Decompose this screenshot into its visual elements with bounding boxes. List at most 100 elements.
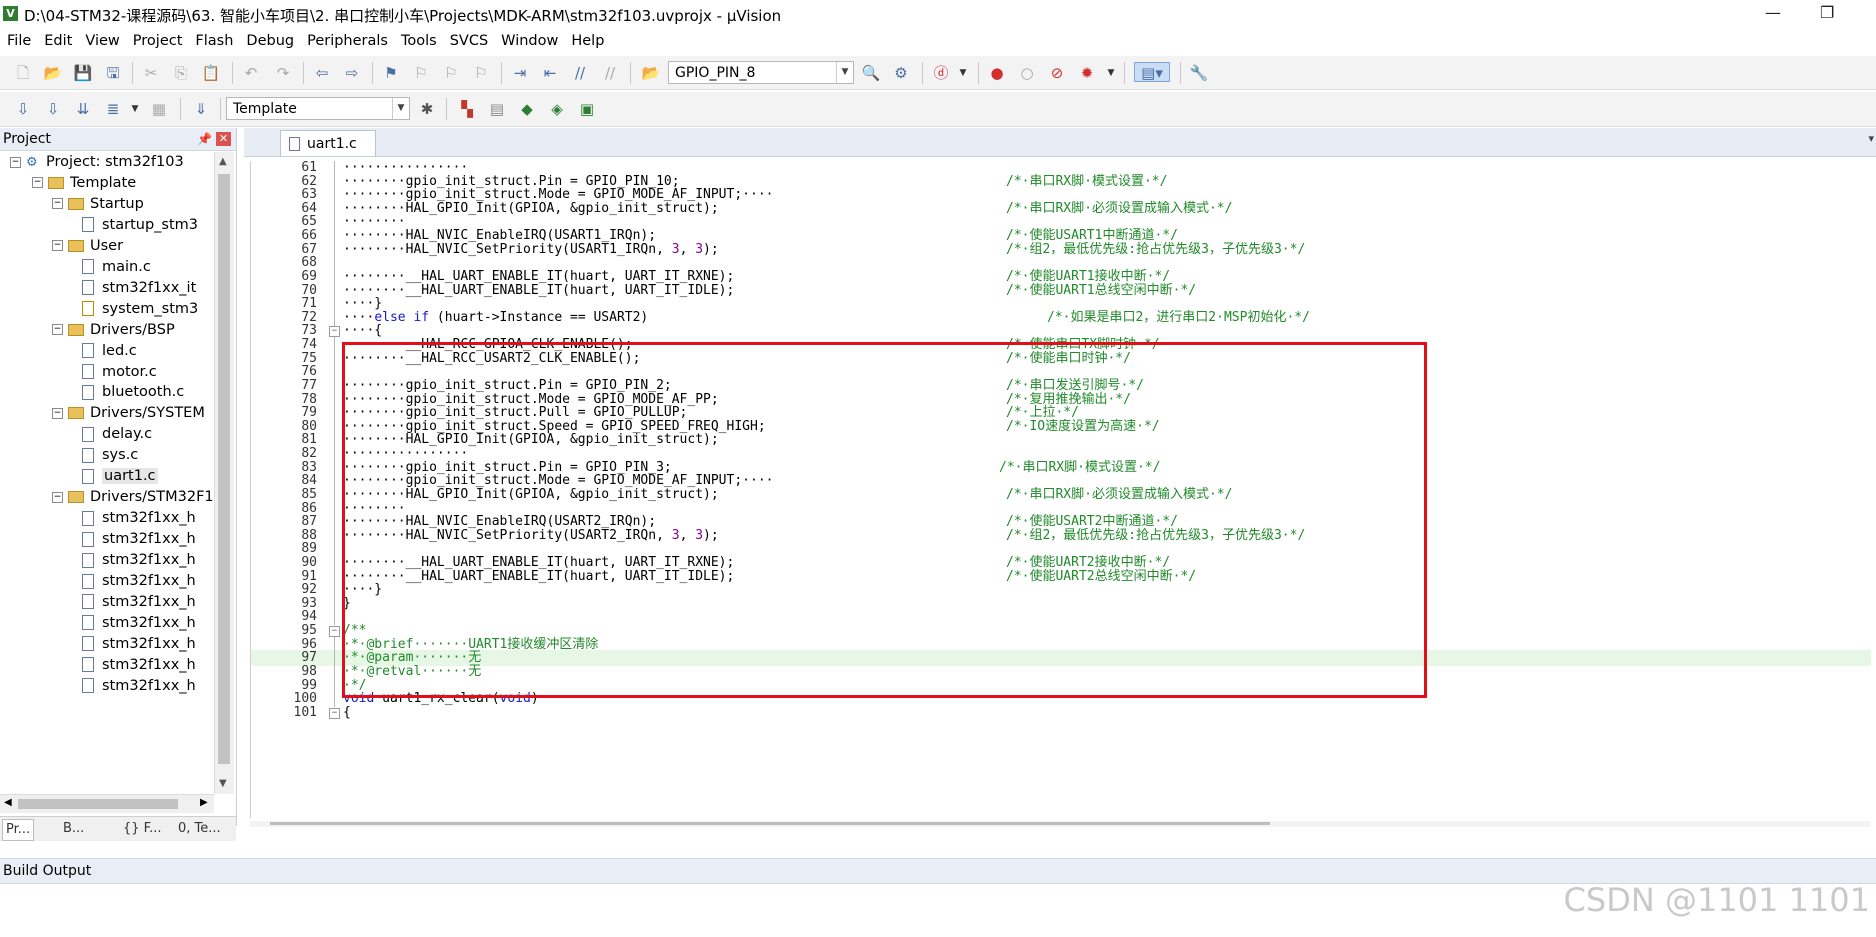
- project-pane-title: Project: [3, 131, 51, 147]
- prev-bookmark-icon[interactable]: ⚐: [410, 62, 432, 84]
- editor-horizontal-scrollbar[interactable]: [250, 821, 1870, 827]
- menu-window[interactable]: Window: [494, 29, 564, 53]
- tab-project[interactable]: Pr...: [2, 819, 35, 841]
- tree-item-label: Project: stm32f103: [46, 154, 184, 170]
- pin-icon[interactable]: 📌: [197, 128, 212, 150]
- download-icon[interactable]: ⇓: [190, 98, 212, 120]
- tree-horizontal-scrollbar[interactable]: ◀ ▶: [0, 794, 214, 813]
- chevron-down-icon[interactable]: ▼: [836, 62, 853, 83]
- restore-button[interactable]: ❐: [1820, 3, 1834, 22]
- scroll-thumb[interactable]: [270, 822, 1270, 825]
- copy-icon[interactable]: ⎘: [170, 62, 192, 84]
- chevron-down-icon[interactable]: ▼: [952, 62, 974, 84]
- menu-debug[interactable]: Debug: [239, 29, 300, 53]
- collapse-icon[interactable]: −: [52, 198, 63, 210]
- redo-icon[interactable]: ↷: [272, 62, 294, 84]
- undo-icon[interactable]: ↶: [240, 62, 262, 84]
- collapse-icon[interactable]: −: [52, 324, 63, 336]
- paste-icon[interactable]: 📋: [200, 62, 222, 84]
- cut-icon[interactable]: ✂: [140, 62, 162, 84]
- save-icon[interactable]: 💾: [72, 62, 94, 84]
- scroll-thumb[interactable]: [18, 799, 178, 809]
- chevron-down-icon[interactable]: ▼: [392, 98, 409, 119]
- run-time-environment-icon[interactable]: ◆: [516, 98, 538, 120]
- manage-multi-project-icon[interactable]: ▤: [486, 98, 508, 120]
- clear-bookmarks-icon[interactable]: ⚐: [470, 62, 492, 84]
- folder-icon: [68, 239, 84, 252]
- incremental-find-icon[interactable]: ⚙: [890, 62, 912, 84]
- menu-peripherals[interactable]: Peripherals: [300, 29, 394, 53]
- tab-templates[interactable]: 0, Te...: [175, 819, 224, 839]
- fold-toggle-icon[interactable]: −: [329, 626, 340, 638]
- collapse-icon[interactable]: −: [32, 177, 43, 189]
- target-options-icon[interactable]: ✱: [416, 98, 438, 120]
- disable-all-breakpoints-icon[interactable]: ⊘: [1046, 62, 1068, 84]
- target-combo[interactable]: Template ▼: [226, 97, 410, 120]
- file-icon: [82, 531, 94, 547]
- bookmark-icon[interactable]: ⚑: [380, 62, 402, 84]
- menu-file[interactable]: File: [0, 29, 37, 53]
- find-in-files-icon[interactable]: 📂: [640, 62, 662, 84]
- tree-item[interactable]: stm32f1xx_h: [82, 674, 196, 699]
- key-file-icon: [82, 301, 94, 317]
- collapse-icon[interactable]: −: [10, 156, 21, 168]
- menu-svcs[interactable]: SVCS: [443, 29, 494, 53]
- navigate-back-icon[interactable]: ⇦: [311, 62, 333, 84]
- collapse-icon[interactable]: −: [52, 240, 63, 252]
- disable-breakpoint-icon[interactable]: ○: [1016, 62, 1038, 84]
- window-layout-icon[interactable]: ▤▾: [1134, 62, 1170, 82]
- tab-list-icon[interactable]: ▾: [1868, 132, 1874, 145]
- menu-help[interactable]: Help: [564, 29, 610, 53]
- batch-build-icon[interactable]: ≣: [102, 98, 124, 120]
- scroll-right-icon[interactable]: ▶: [200, 797, 208, 808]
- minimize-button[interactable]: —: [1765, 3, 1781, 22]
- tree-vertical-scrollbar[interactable]: ▲ ▼: [214, 152, 234, 794]
- menu-view[interactable]: View: [78, 29, 125, 53]
- menu-edit[interactable]: Edit: [37, 29, 78, 53]
- find-combo[interactable]: GPIO_PIN_8 ▼: [668, 61, 854, 84]
- find-icon[interactable]: 🔍: [860, 62, 882, 84]
- scroll-up-icon[interactable]: ▲: [219, 156, 227, 167]
- manage-project-items-icon[interactable]: ▚: [456, 98, 478, 120]
- configure-tools-icon[interactable]: 🔧: [1188, 62, 1210, 84]
- menu-project[interactable]: Project: [126, 29, 189, 53]
- tab-functions[interactable]: {} F...: [120, 819, 164, 839]
- navigate-forward-icon[interactable]: ⇨: [341, 62, 363, 84]
- collapse-icon[interactable]: −: [52, 491, 63, 503]
- code-area[interactable]: 61 ················ 62 ········gpio_init_st…: [250, 161, 1871, 818]
- unindent-icon[interactable]: ⇤: [539, 62, 561, 84]
- watermark: CSDN @1101 1101: [1563, 881, 1870, 919]
- chevron-down-icon[interactable]: ▼: [1100, 62, 1122, 84]
- indent-icon[interactable]: ⇥: [509, 62, 531, 84]
- file-icon: [82, 447, 94, 463]
- rebuild-icon[interactable]: ⇊: [72, 98, 94, 120]
- folder-icon: [68, 407, 84, 420]
- pack-installer-icon[interactable]: ▣: [576, 98, 598, 120]
- select-software-packs-icon[interactable]: ◈: [546, 98, 568, 120]
- next-bookmark-icon[interactable]: ⚐: [440, 62, 462, 84]
- scroll-left-icon[interactable]: ◀: [4, 797, 12, 808]
- stop-build-icon[interactable]: ▦: [148, 98, 170, 120]
- translate-icon[interactable]: ⇩: [12, 98, 34, 120]
- breakpoint-icon[interactable]: ●: [986, 62, 1008, 84]
- save-all-icon[interactable]: 🖫: [102, 62, 124, 84]
- scroll-down-icon[interactable]: ▼: [219, 778, 227, 789]
- tab-books[interactable]: B...: [60, 819, 87, 839]
- menu-flash[interactable]: Flash: [188, 29, 239, 53]
- scroll-thumb[interactable]: [218, 174, 230, 764]
- chevron-down-icon[interactable]: ▼: [124, 98, 146, 120]
- fold-toggle-icon[interactable]: −: [329, 326, 340, 338]
- new-file-icon[interactable]: 🗋: [12, 62, 34, 84]
- build-icon[interactable]: ⇩: [42, 98, 64, 120]
- code-line[interactable]: 101−{: [251, 705, 1871, 721]
- tab-uart1-c[interactable]: uart1.c: [280, 130, 376, 156]
- debug-session-icon[interactable]: ⓓ: [930, 62, 952, 84]
- fold-toggle-icon[interactable]: −: [329, 707, 340, 719]
- collapse-icon[interactable]: −: [52, 407, 63, 419]
- comment-icon[interactable]: //: [569, 62, 591, 84]
- open-folder-icon[interactable]: 📂: [42, 62, 64, 84]
- close-icon[interactable]: ✕: [216, 132, 231, 146]
- kill-all-breakpoints-icon[interactable]: ✹: [1076, 62, 1098, 84]
- menu-tools[interactable]: Tools: [394, 29, 443, 53]
- uncomment-icon[interactable]: //: [599, 62, 621, 84]
